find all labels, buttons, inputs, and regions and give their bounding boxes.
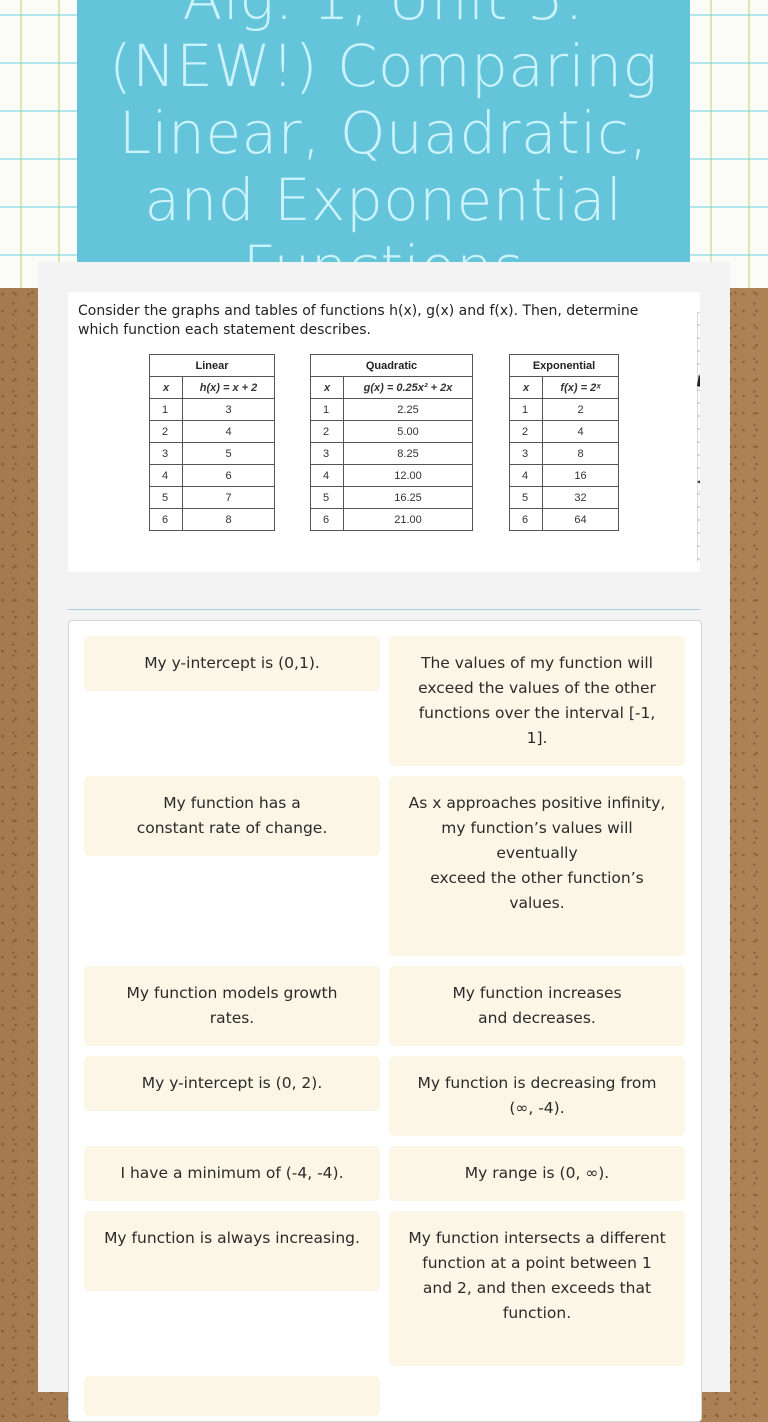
- page-header: Alg. 1, Unit 5: (NEW!) Comparing Linear,…: [77, 0, 690, 262]
- statement-card[interactable]: I have a minimum of (-4, -4).: [84, 1146, 380, 1201]
- x-header: x: [310, 376, 344, 399]
- background-pattern-left: [0, 0, 78, 288]
- axis-label: −10: [699, 486, 700, 498]
- table-row: 1 2.25: [310, 398, 473, 421]
- function-header: g(x) = 0.25x² + 2x: [343, 376, 473, 399]
- quadratic-table: Quadratic x g(x) = 0.25x² + 2x 1 2.25 2 5.0…: [310, 354, 473, 531]
- section-divider: [68, 609, 700, 610]
- table-row: 35: [149, 442, 275, 465]
- statement-card[interactable]: My function is decreasing from (∞, -4).: [389, 1056, 685, 1136]
- table-row: 12: [509, 398, 619, 421]
- linear-table: Linear x h(x) = x + 2 13 24 35 46 57 68: [149, 354, 275, 531]
- statement-card[interactable]: My y-intercept is (0,1).: [84, 636, 380, 691]
- worksheet-page: Consider the graphs and tables of functi…: [38, 262, 730, 1422]
- statement-card[interactable]: My y-intercept is (0, 2).: [84, 1056, 380, 1111]
- table-row: 4 16: [509, 464, 619, 487]
- function-header: f(x) = 2ˣ: [542, 376, 619, 399]
- table-row: 3 8.25: [310, 442, 473, 465]
- exponential-table: Exponential x f(x) = 2ˣ 12 24 38 4 16 5 32 …: [509, 354, 619, 531]
- table-row: 6 21.00: [310, 508, 473, 531]
- table-row: 57: [149, 486, 275, 509]
- x-header: x: [509, 376, 543, 399]
- table-title: Exponential: [509, 354, 619, 377]
- instructions-text: Consider the graphs and tables of functi…: [78, 303, 639, 338]
- statement-card[interactable]: My range is (0, ∞).: [389, 1146, 685, 1201]
- background-pattern-right: [690, 0, 768, 288]
- table-row: 13: [149, 398, 275, 421]
- function-graph: −10: [697, 312, 700, 562]
- x-header: x: [149, 376, 183, 399]
- statement-card[interactable]: As x approaches positive infinity, my fu…: [389, 776, 685, 956]
- table-row: 24: [149, 420, 275, 443]
- statement-card[interactable]: The values of my function will exceed th…: [389, 636, 685, 766]
- statement-card[interactable]: My function intersects a different funct…: [389, 1211, 685, 1366]
- table-row: 4 12.00: [310, 464, 473, 487]
- table-row: 46: [149, 464, 275, 487]
- table-title: Quadratic: [310, 354, 473, 377]
- table-row: 38: [509, 442, 619, 465]
- table-row: 5 32: [509, 486, 619, 509]
- function-header: h(x) = x + 2: [182, 376, 275, 399]
- statement-card[interactable]: My function is always increasing.: [84, 1211, 380, 1291]
- intro-section: Consider the graphs and tables of functi…: [68, 292, 700, 572]
- statement-card[interactable]: My function increases and decreases.: [389, 966, 685, 1046]
- statement-card-partial[interactable]: [84, 1376, 380, 1416]
- statement-card[interactable]: My function models growth rates.: [84, 966, 380, 1046]
- table-row: 6 64: [509, 508, 619, 531]
- table-title: Linear: [149, 354, 275, 377]
- graph-grid: [697, 312, 700, 562]
- page-title: Alg. 1, Unit 5: (NEW!) Comparing Linear,…: [109, 0, 658, 262]
- table-row: 5 16.25: [310, 486, 473, 509]
- table-row: 2 5.00: [310, 420, 473, 443]
- table-row: 24: [509, 420, 619, 443]
- table-row: 68: [149, 508, 275, 531]
- sorting-cards-area: My y-intercept is (0,1). The values of m…: [68, 620, 702, 1422]
- statement-card[interactable]: My function has a constant rate of chang…: [84, 776, 380, 856]
